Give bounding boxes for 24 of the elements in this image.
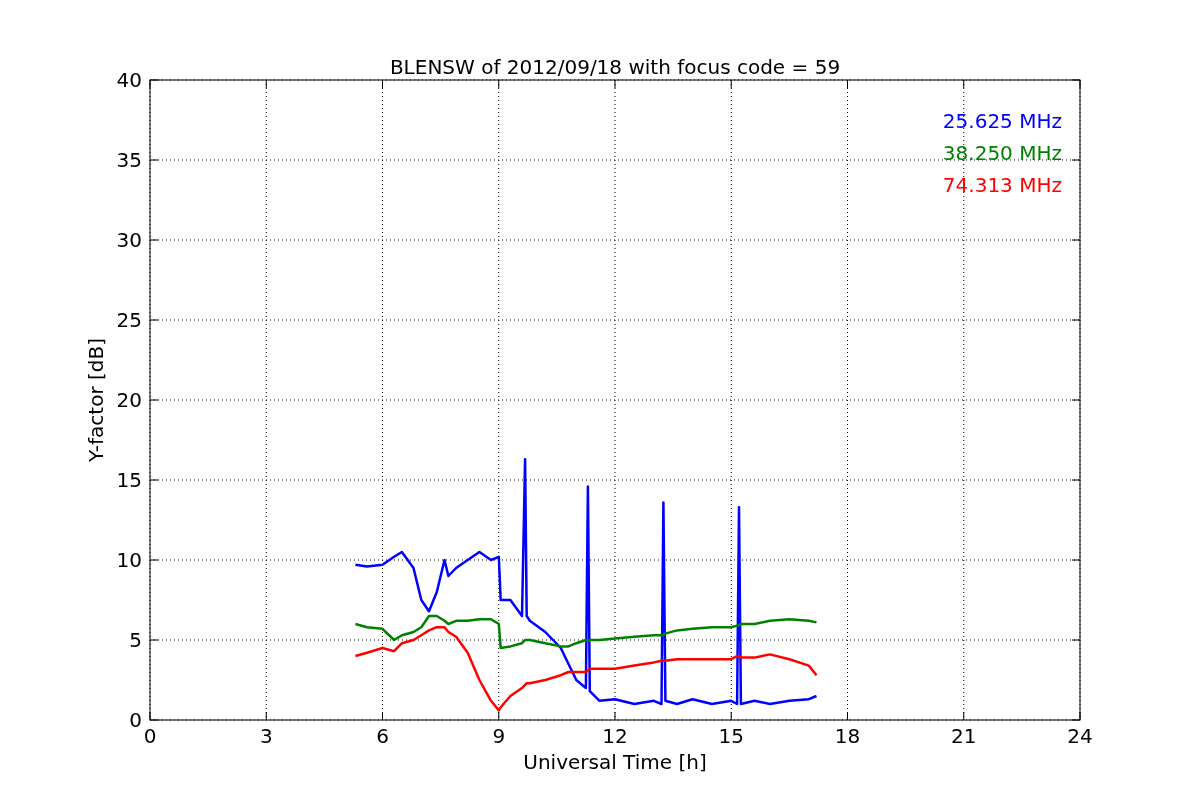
x-tick-label: 3 bbox=[259, 724, 273, 748]
y-tick-label: 15 bbox=[116, 468, 142, 492]
x-tick-label: 9 bbox=[492, 724, 506, 748]
y-tick-label: 5 bbox=[129, 628, 142, 652]
x-tick-label: 12 bbox=[602, 724, 628, 748]
y-tick-label: 25 bbox=[116, 308, 142, 332]
chart-title: BLENSW of 2012/09/18 with focus code = 59 bbox=[389, 55, 841, 79]
y-tick-label: 0 bbox=[129, 708, 142, 732]
x-tick-label: 24 bbox=[1067, 724, 1093, 748]
legend-label: 25.625 MHz bbox=[942, 109, 1062, 133]
y-tick-label: 30 bbox=[116, 228, 142, 252]
y-tick-label: 35 bbox=[116, 148, 142, 172]
x-tick-label: 6 bbox=[376, 724, 389, 748]
y-tick-label: 20 bbox=[116, 388, 142, 412]
y-tick-label: 10 bbox=[116, 548, 142, 572]
x-tick-label: 18 bbox=[834, 724, 861, 748]
x-axis-label: Universal Time [h] bbox=[523, 750, 707, 774]
x-tick-label: 15 bbox=[718, 724, 744, 748]
x-tick-label: 21 bbox=[951, 724, 977, 748]
y-axis-label: Y-factor [dB] bbox=[84, 338, 108, 462]
legend-label: 38.250 MHz bbox=[942, 141, 1062, 165]
y-tick-label: 40 bbox=[116, 68, 142, 92]
x-tick-label: 0 bbox=[143, 724, 157, 748]
legend-label: 74.313 MHz bbox=[942, 173, 1062, 197]
